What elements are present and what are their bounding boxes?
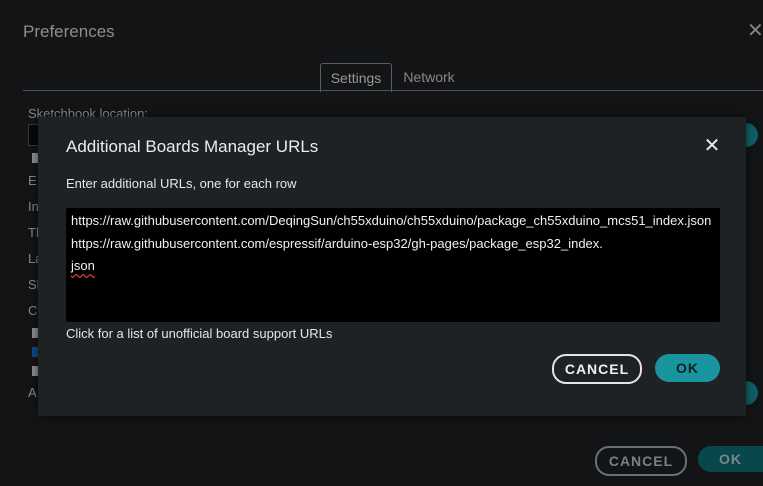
urls-textarea[interactable]: https://raw.githubusercontent.com/Deqing… <box>66 208 720 322</box>
close-icon[interactable]: ✕ <box>703 136 721 156</box>
dialog-instruction: Enter additional URLs, one for each row <box>66 176 297 191</box>
url-line: https://raw.githubusercontent.com/espres… <box>71 236 603 251</box>
unofficial-urls-link[interactable]: Click for a list of unofficial board sup… <box>66 326 332 341</box>
ok-button[interactable]: OK <box>655 354 720 382</box>
dialog-title: Additional Boards Manager URLs <box>66 137 319 156</box>
cancel-button[interactable]: CANCEL <box>552 354 642 384</box>
boards-manager-urls-dialog: Additional Boards Manager URLs ✕ Enter a… <box>38 117 746 416</box>
url-line: json <box>71 258 95 273</box>
url-line: https://raw.githubusercontent.com/Deqing… <box>71 213 712 228</box>
